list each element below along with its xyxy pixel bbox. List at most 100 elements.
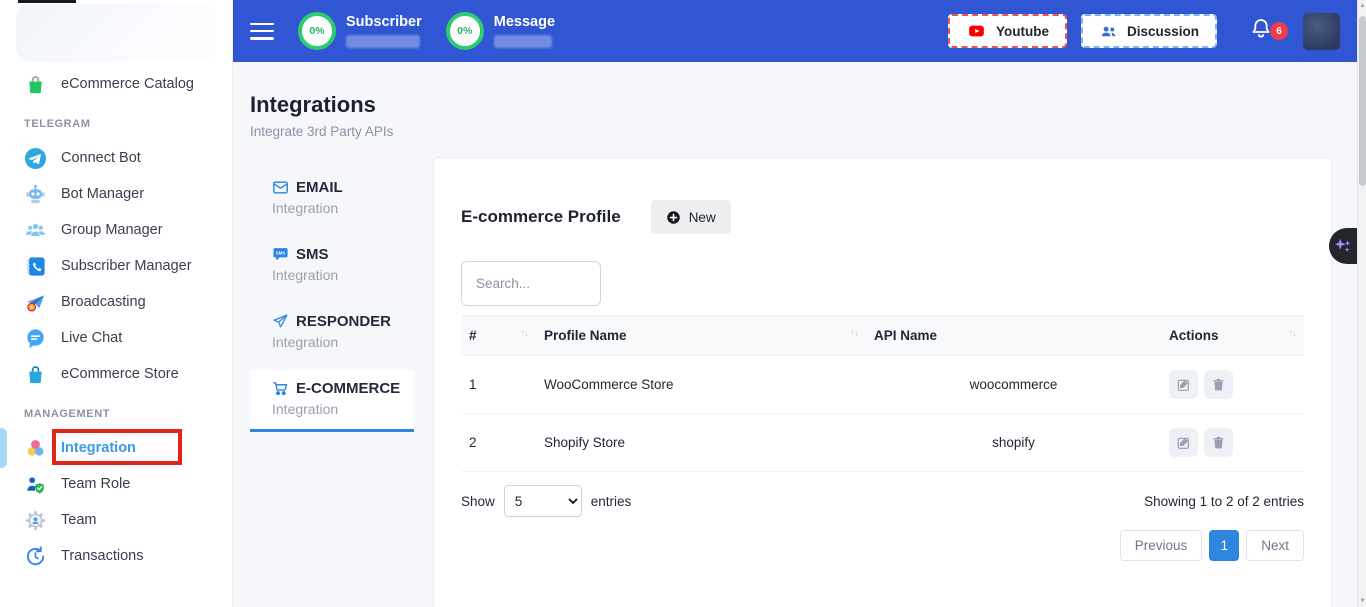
hamburger-menu-icon[interactable] (250, 23, 274, 40)
users-icon (1099, 22, 1118, 41)
sidebar-item-label: Group Manager (61, 222, 163, 238)
message-stat-label: Message (494, 14, 555, 30)
table-row: 2 Shopify Store shopify (461, 414, 1304, 472)
sidebar-item-label: Live Chat (61, 330, 122, 346)
actions-cell (1161, 414, 1304, 472)
broadcast-plane-icon (24, 291, 47, 314)
subnav-item-email[interactable]: EMAIL Integration (250, 169, 414, 226)
sidebar: eCommerce Catalog TELEGRAM Connect Bot B… (0, 0, 233, 607)
next-page-button[interactable]: Next (1246, 530, 1304, 561)
entries-label: entries (591, 494, 632, 509)
sidebar-item-group-manager[interactable]: Group Manager (0, 212, 232, 248)
delete-button[interactable] (1204, 370, 1233, 399)
scroll-up-arrow[interactable]: ▲ (1358, 3, 1366, 9)
youtube-icon (966, 23, 987, 39)
ecommerce-profile-card: E-commerce Profile New #↑↓ Profile Name↑… (433, 157, 1332, 607)
sidebar-item-label: eCommerce Catalog (61, 76, 194, 92)
page-size-select[interactable]: 5 (504, 485, 582, 517)
edit-icon (1176, 377, 1192, 393)
sort-icon[interactable]: ↑↓ (851, 328, 859, 339)
search-input[interactable] (461, 261, 601, 306)
scroll-down-arrow[interactable]: ▼ (1358, 598, 1366, 604)
sidebar-item-integration[interactable]: Integration (0, 430, 232, 466)
delete-button[interactable] (1204, 428, 1233, 457)
edit-button[interactable] (1169, 428, 1198, 457)
message-stat: 0% Message (446, 12, 555, 50)
sidebar-item-label: Bot Manager (61, 186, 144, 202)
chat-bubble-icon (24, 327, 47, 350)
sidebar-item-broadcasting[interactable]: Broadcasting (0, 284, 232, 320)
subscriber-stat: 0% Subscriber (298, 12, 422, 50)
sidebar-section-telegram: TELEGRAM (0, 118, 232, 130)
message-progress-ring: 0% (446, 12, 484, 50)
column-header-actions[interactable]: Actions↑↓ (1161, 316, 1304, 356)
scrollbar-thumb[interactable] (1359, 16, 1366, 186)
integration-subnav: EMAIL Integration SMS SMS Integration (250, 157, 414, 595)
ai-sparkle-button[interactable] (1329, 228, 1357, 264)
gear-user-icon (24, 509, 47, 532)
page-title: Integrations (250, 92, 1332, 118)
sort-icon[interactable]: ↑↓ (521, 328, 529, 339)
sidebar-item-transactions[interactable]: Transactions (0, 538, 232, 574)
youtube-button[interactable]: Youtube (948, 14, 1067, 48)
main-content: Integrations Integrate 3rd Party APIs EM… (233, 62, 1366, 607)
sidebar-item-team[interactable]: Team (0, 502, 232, 538)
sidebar-item-label: Subscriber Manager (61, 258, 192, 274)
message-redacted-value (494, 35, 552, 48)
sidebar-item-label: Broadcasting (61, 294, 146, 310)
sidebar-item-label: Team Role (61, 476, 130, 492)
sidebar-item-label: Team (61, 512, 96, 528)
history-clock-icon (24, 545, 47, 568)
row-index: 1 (461, 356, 536, 414)
sidebar-item-subscriber-manager[interactable]: Subscriber Manager (0, 248, 232, 284)
edit-button[interactable] (1169, 370, 1198, 399)
active-indicator-bar (0, 428, 7, 468)
sidebar-item-label: Transactions (61, 548, 143, 564)
subnav-item-ecommerce[interactable]: E-COMMERCE Integration (250, 370, 414, 432)
sidebar-item-ecommerce-catalog[interactable]: eCommerce Catalog (0, 66, 232, 102)
sidebar-item-label: eCommerce Store (61, 366, 179, 382)
sparkles-icon (1332, 235, 1354, 257)
sidebar-item-team-role[interactable]: Team Role (0, 466, 232, 502)
subscriber-stat-label: Subscriber (346, 14, 422, 30)
notification-bell-button[interactable]: 6 (1249, 16, 1273, 46)
show-label: Show (461, 494, 495, 509)
row-index: 2 (461, 414, 536, 472)
column-header-api-name[interactable]: API Name (866, 316, 1161, 356)
trash-icon (1211, 377, 1226, 393)
subscriber-progress-ring: 0% (298, 12, 336, 50)
telegram-icon (24, 147, 47, 170)
new-button[interactable]: New (651, 200, 731, 234)
subnav-item-responder[interactable]: RESPONDER Integration (250, 303, 414, 360)
logo-topline (18, 0, 76, 3)
column-header-index[interactable]: #↑↓ (461, 316, 536, 356)
sidebar-item-bot-manager[interactable]: Bot Manager (0, 176, 232, 212)
sidebar-item-live-chat[interactable]: Live Chat (0, 320, 232, 356)
profiles-table: #↑↓ Profile Name↑↓ API Name Actions↑↓ 1 … (461, 315, 1304, 472)
sidebar-item-label: Connect Bot (61, 150, 141, 166)
avatar[interactable] (1303, 13, 1340, 50)
pagination: Previous 1 Next (461, 530, 1304, 561)
column-header-profile-name[interactable]: Profile Name↑↓ (536, 316, 866, 356)
edit-icon (1176, 435, 1192, 451)
table-row: 1 WooCommerce Store woocommerce (461, 356, 1304, 414)
discussion-button[interactable]: Discussion (1081, 14, 1217, 48)
integration-circles-icon (24, 437, 47, 460)
current-page-button[interactable]: 1 (1209, 530, 1239, 561)
page-subtitle: Integrate 3rd Party APIs (250, 124, 1332, 139)
previous-page-button[interactable]: Previous (1120, 530, 1203, 561)
scrollbar: ▲ ▼ (1357, 0, 1366, 607)
topbar: 0% Subscriber 0% Message Youtube Di (233, 0, 1366, 62)
send-plane-icon (272, 313, 289, 330)
subnav-item-sms[interactable]: SMS SMS Integration (250, 236, 414, 293)
shopping-bag-green-icon (24, 73, 47, 96)
notification-count-badge: 6 (1270, 22, 1288, 40)
api-name-cell: woocommerce (866, 356, 1161, 414)
profile-name-cell: WooCommerce Store (536, 356, 866, 414)
app-root: eCommerce Catalog TELEGRAM Connect Bot B… (0, 0, 1366, 607)
plus-circle-icon (666, 210, 681, 225)
sidebar-item-connect-bot[interactable]: Connect Bot (0, 140, 232, 176)
sort-icon[interactable]: ↑↓ (1289, 328, 1297, 339)
sidebar-item-ecommerce-store[interactable]: eCommerce Store (0, 356, 232, 392)
api-name-cell: shopify (866, 414, 1161, 472)
